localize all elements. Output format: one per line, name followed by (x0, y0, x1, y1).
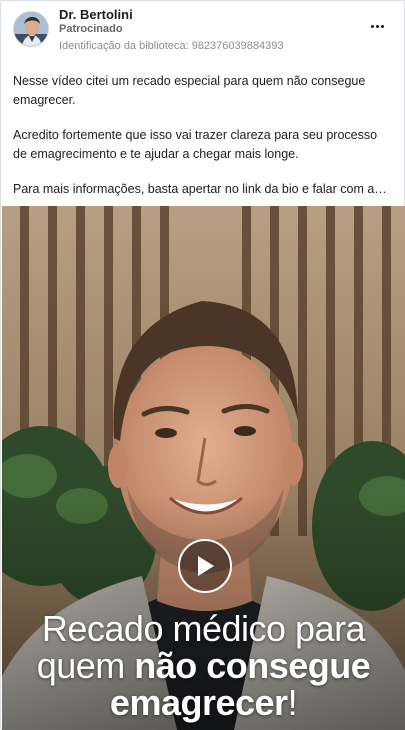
ad-header: Dr. Bertolini Patrocinado Identificação … (1, 1, 404, 61)
caption-text: ! (287, 682, 298, 723)
caption-text: quem (36, 645, 135, 686)
video-caption-line-2: quem não consegue (2, 646, 405, 686)
caption-text-bold: emagrecer (109, 682, 288, 723)
more-horizontal-icon-dot (375, 24, 379, 28)
ad-paragraph-truncated[interactable]: Para mais informações, basta apertar no … (13, 180, 392, 199)
ad-paragraph: Acredito fortemente que isso vai trazer … (13, 128, 378, 161)
advertiser-name[interactable]: Dr. Bertolini (59, 7, 133, 22)
caption-text-bold: não consegue (134, 645, 371, 686)
avatar-photo (14, 12, 48, 46)
ad-card: Dr. Bertolini Patrocinado Identificação … (0, 0, 405, 730)
video-caption-line-3: emagrecer! (2, 683, 405, 723)
video-caption-line-1: Recado médico para (2, 609, 405, 649)
ad-body-text: Nesse vídeo citei um recado especial par… (1, 61, 404, 199)
advertiser-avatar[interactable] (13, 11, 49, 47)
more-horizontal-icon (370, 24, 374, 28)
ad-video[interactable]: Recado médico para quem não consegue ema… (2, 206, 405, 730)
play-icon (198, 556, 214, 576)
library-id: Identificação da biblioteca: 98237603988… (59, 40, 284, 52)
ad-paragraph: Nesse vídeo citei um recado especial par… (13, 74, 366, 107)
caption-text: Recado médico para (41, 608, 366, 649)
play-button[interactable] (178, 539, 232, 593)
sponsored-label: Patrocinado (59, 23, 123, 35)
more-horizontal-icon-dot (380, 24, 384, 28)
more-options-button[interactable] (366, 19, 388, 33)
